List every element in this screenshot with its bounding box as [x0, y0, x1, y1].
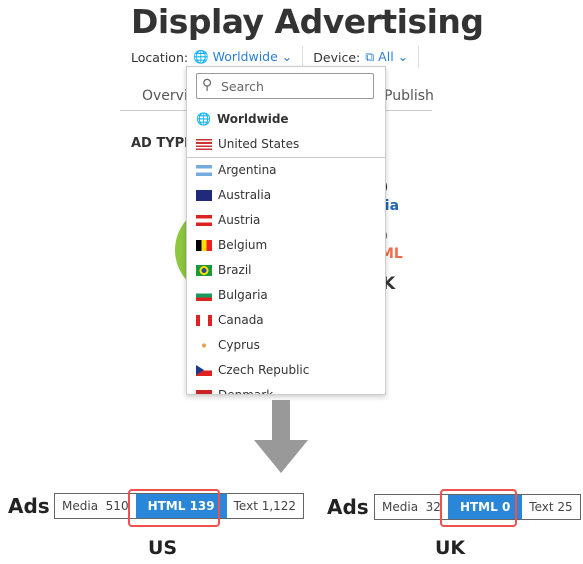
flag-icon: [196, 239, 212, 251]
option-label: Canada: [218, 313, 264, 327]
ads-label: Ads: [8, 494, 50, 518]
flag-icon: [196, 339, 212, 351]
flag-icon: [196, 289, 212, 301]
flag-icon: [196, 214, 212, 226]
divider: [418, 46, 420, 68]
option-country[interactable]: Canada: [196, 313, 264, 327]
flag-icon: [196, 389, 212, 394]
flag-icon: [196, 189, 212, 201]
option-country[interactable]: Austria: [196, 213, 260, 227]
option-country[interactable]: Argentina: [196, 163, 277, 177]
option-label: Brazil: [218, 263, 252, 277]
option-country[interactable]: Denmark: [196, 388, 274, 395]
flag-icon: [196, 364, 212, 376]
search-icon: ⚲: [202, 77, 213, 93]
flag-icon: [196, 164, 212, 176]
location-dropdown: ⚲ Search 🌐 Worldwide United States Argent…: [186, 66, 386, 395]
device-select[interactable]: ⧉ All ⌄: [365, 49, 408, 65]
page-title: Display Advertising: [131, 2, 484, 41]
filters-bar: Location: 🌐 Worldwide ⌄ Device: ⧉ All ⌄: [131, 46, 429, 68]
option-country[interactable]: Cyprus: [196, 338, 260, 352]
chevron-down-icon: ⌄: [281, 49, 293, 64]
option-united-states[interactable]: United States: [196, 137, 299, 151]
tab-publishers[interactable]: Publish: [384, 88, 434, 104]
text-button[interactable]: Text 25: [522, 500, 579, 514]
device-label: Device:: [313, 49, 361, 65]
option-label: Bulgaria: [218, 288, 268, 302]
media-button[interactable]: Media 510: [55, 499, 136, 513]
devices-icon: ⧉: [365, 49, 375, 64]
option-label: Argentina: [218, 163, 277, 177]
highlight-box: [128, 489, 220, 527]
ad-type-heading: AD TYPE: [131, 136, 194, 151]
option-worldwide[interactable]: 🌐 Worldwide: [196, 112, 289, 126]
tab-overview[interactable]: Overvi: [142, 88, 188, 104]
highlight-box: [440, 489, 517, 527]
chevron-down-icon: ⌄: [397, 49, 409, 64]
divider: [302, 46, 304, 68]
option-label: Czech Republic: [218, 363, 310, 377]
option-country[interactable]: Brazil: [196, 263, 252, 277]
globe-icon: 🌐: [193, 49, 209, 64]
caption-us: US: [148, 537, 178, 559]
caption-uk: UK: [435, 537, 466, 559]
media-button[interactable]: Media 32: [375, 500, 448, 514]
option-label: Australia: [218, 188, 272, 202]
globe-icon: 🌐: [196, 112, 211, 126]
option-country[interactable]: Czech Republic: [196, 363, 309, 377]
us-flag-icon: [196, 138, 212, 150]
arrow-down-icon: [272, 400, 290, 442]
option-label: Austria: [218, 213, 261, 227]
option-country[interactable]: Bulgaria: [196, 288, 268, 302]
option-country[interactable]: Australia: [196, 188, 271, 202]
search-input[interactable]: ⚲ Search: [196, 73, 374, 99]
ads-label: Ads: [327, 495, 369, 519]
option-country[interactable]: Belgium: [196, 238, 267, 252]
flag-icon: [196, 314, 212, 326]
location-label: Location:: [131, 49, 189, 65]
arrow-head-icon: [254, 440, 308, 473]
flag-icon: [196, 264, 212, 276]
option-label: Cyprus: [218, 338, 260, 352]
divider: [187, 157, 385, 158]
text-button[interactable]: Text 1,122: [227, 499, 303, 513]
location-select[interactable]: 🌐 Worldwide ⌄: [193, 49, 292, 65]
option-label: Denmark: [218, 388, 274, 395]
option-label: Belgium: [218, 238, 268, 252]
